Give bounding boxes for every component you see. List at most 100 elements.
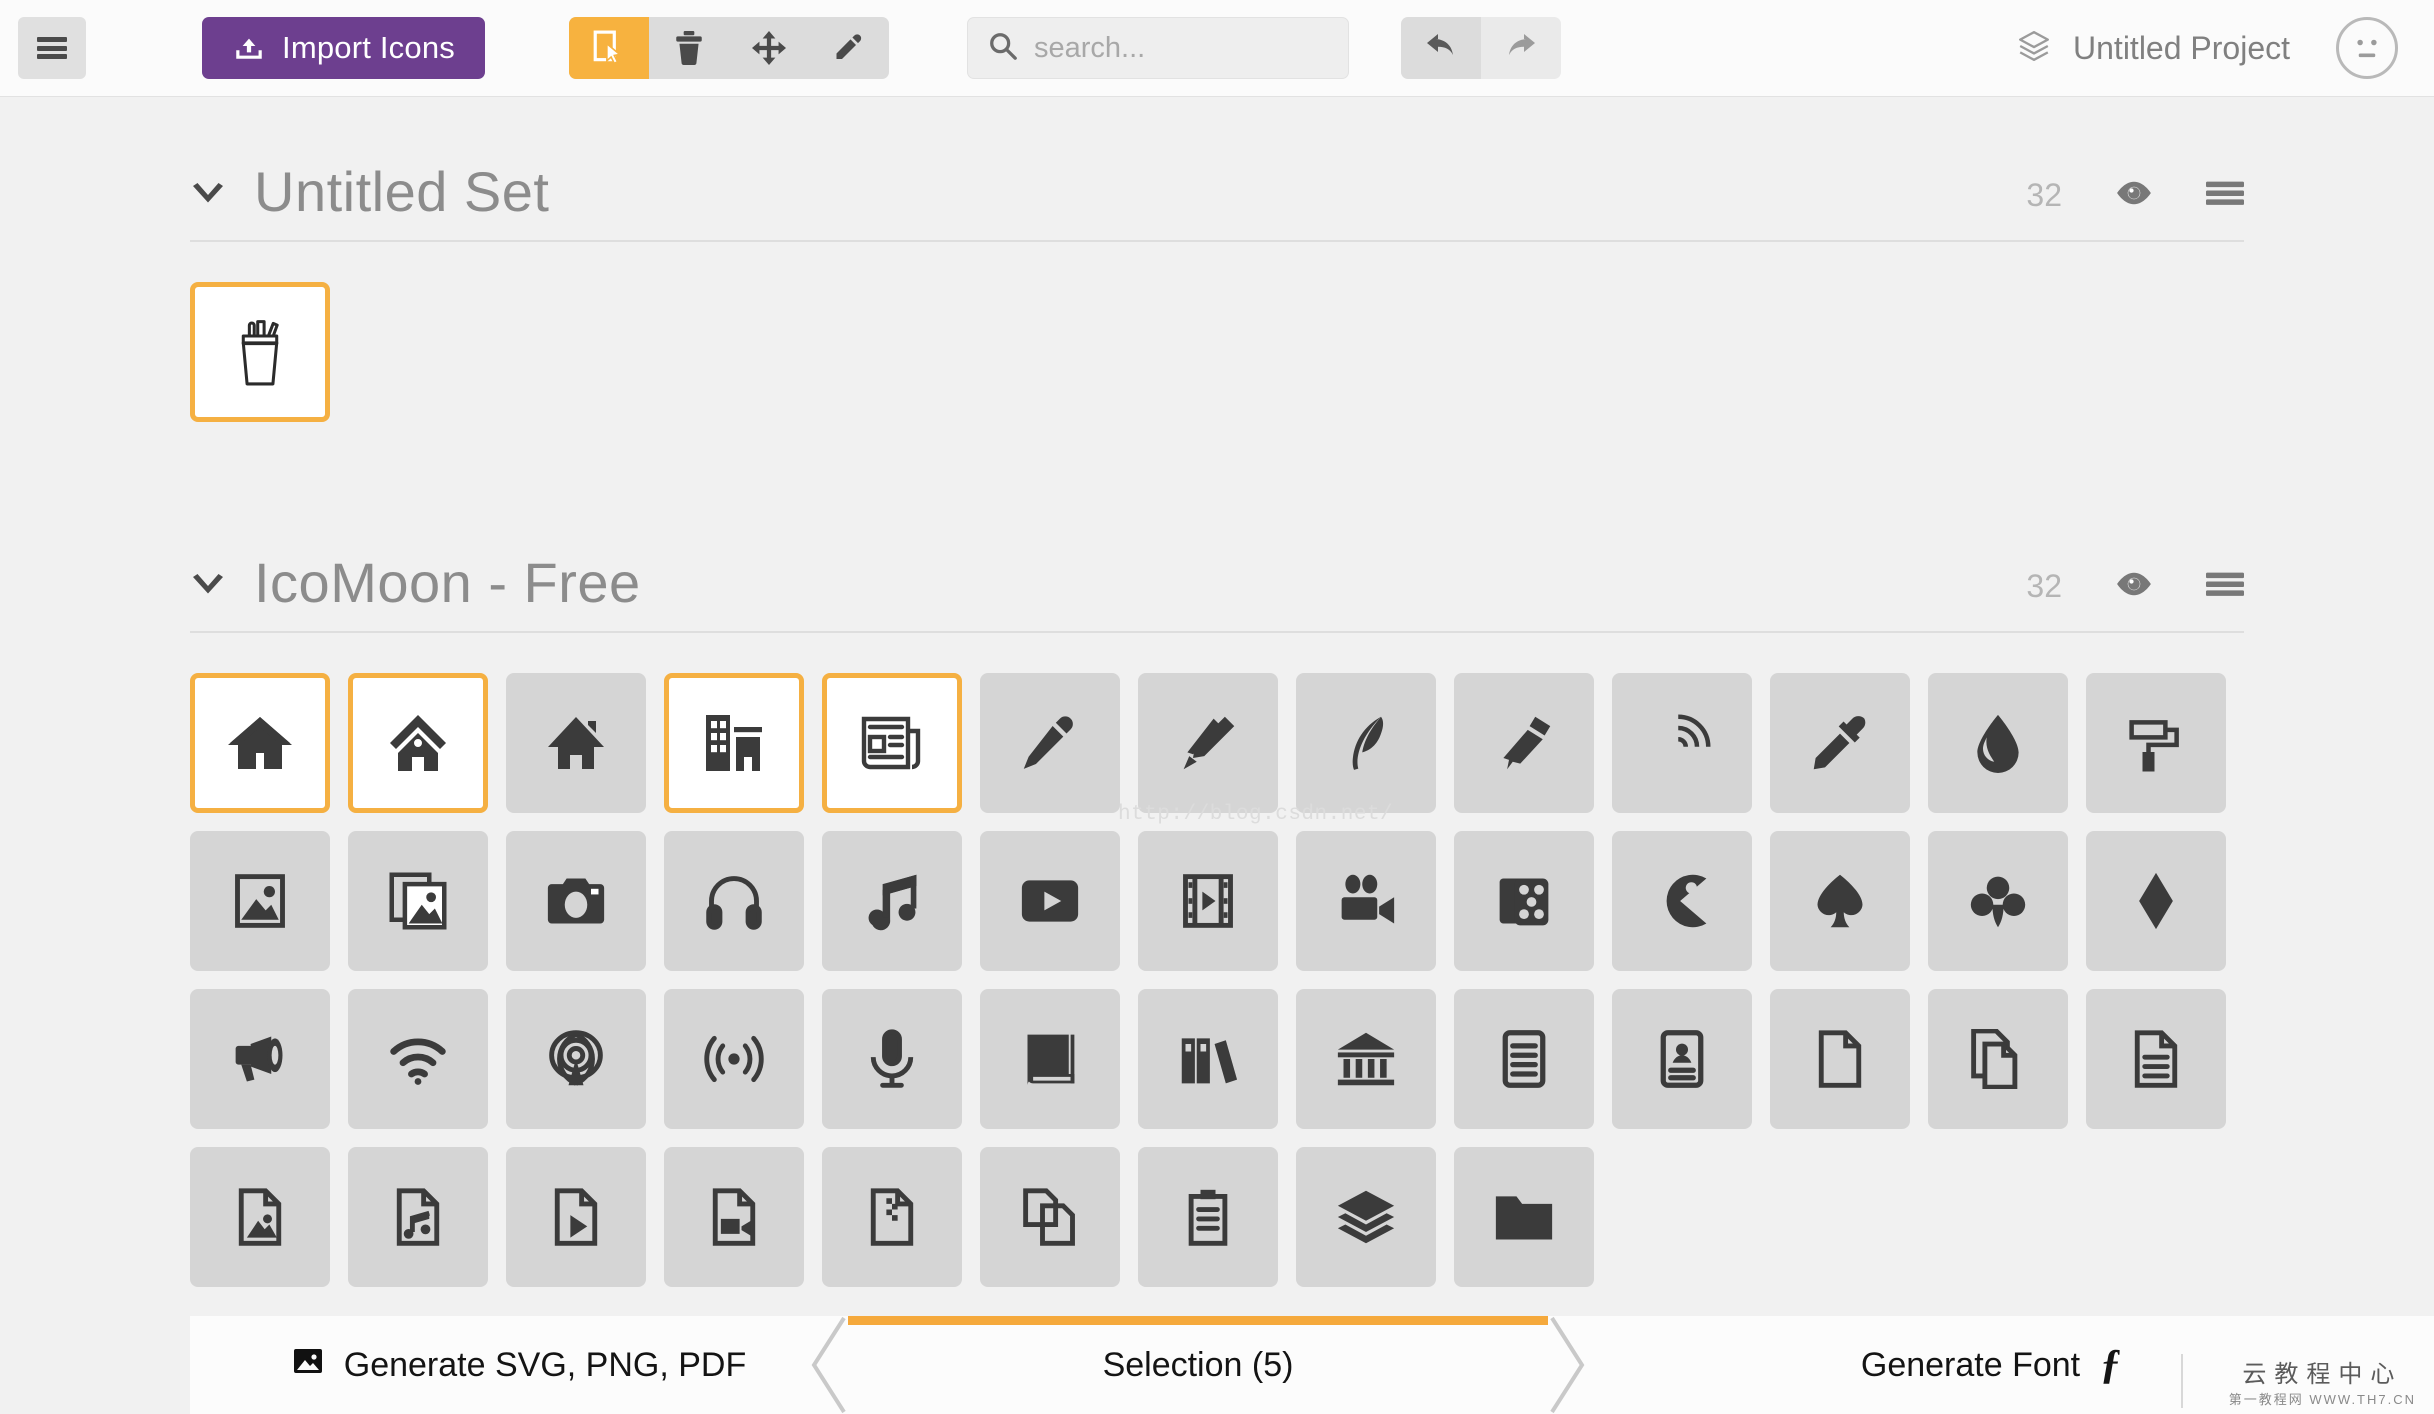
search-icon	[988, 31, 1018, 66]
icon-cell-dice[interactable]	[1454, 831, 1594, 971]
icon-cell-profile[interactable]	[1612, 989, 1752, 1129]
set-menu-icon[interactable]	[2206, 180, 2244, 211]
set-menu-icon[interactable]	[2206, 571, 2244, 602]
icon-cell-file-text2[interactable]	[2086, 989, 2226, 1129]
icon-cell-file-zip[interactable]	[822, 1147, 962, 1287]
icon-cell-images[interactable]	[348, 831, 488, 971]
set-title[interactable]: IcoMoon - Free	[254, 550, 641, 615]
icon-cell-file-picture[interactable]	[190, 1147, 330, 1287]
icon-cell-clubs[interactable]	[1928, 831, 2068, 971]
tool-delete[interactable]	[649, 17, 729, 79]
icon-cell-file-video[interactable]	[664, 1147, 804, 1287]
icon-set-icomoon-free: IcoMoon - Free 32	[0, 488, 2434, 1287]
avatar[interactable]	[2336, 17, 2398, 79]
icon-set-untitled: Untitled Set 32	[0, 97, 2434, 422]
tool-move[interactable]	[729, 17, 809, 79]
icon-cell-folder[interactable]	[1454, 1147, 1594, 1287]
generate-font-label: Generate Font	[1860, 1345, 2081, 1384]
icon-cell-image[interactable]	[190, 831, 330, 971]
icon-cell-podcast[interactable]	[506, 989, 646, 1129]
tab-generate-assets[interactable]: Generate SVG, PNG, PDF	[190, 1316, 848, 1414]
icon-cell-video-camera[interactable]	[1296, 831, 1436, 971]
eye-icon[interactable]	[2114, 571, 2154, 602]
set-icon-count: 32	[2026, 568, 2062, 604]
icon-cell-home2[interactable]	[348, 673, 488, 813]
icon-cell-library[interactable]	[1296, 989, 1436, 1129]
generate-assets-label: Generate SVG, PNG, PDF	[343, 1345, 747, 1384]
icon-cell-blog[interactable]	[1612, 673, 1752, 813]
icon-cell-pencil[interactable]	[980, 673, 1120, 813]
project-name: Untitled Project	[2073, 29, 2290, 66]
set-icon-count: 32	[2026, 177, 2062, 213]
icon-cell-music[interactable]	[822, 831, 962, 971]
icon-cell-mic[interactable]	[822, 989, 962, 1129]
set-header: Untitled Set 32	[190, 97, 2244, 242]
icon-grid	[190, 633, 2244, 1287]
icon-cell-play[interactable]	[980, 831, 1120, 971]
icon-cell-file-text[interactable]	[1454, 989, 1594, 1129]
icon-cell-stack[interactable]	[1296, 1147, 1436, 1287]
icon-cell-quill[interactable]	[1296, 673, 1436, 813]
hamburger-icon	[37, 37, 67, 59]
layers-icon	[2017, 29, 2051, 68]
icon-cell-file-empty[interactable]	[1770, 989, 1910, 1129]
icon-cell-home[interactable]	[190, 673, 330, 813]
watermark-bottom: 云教程中心 第一教程网 WWW.TH7.CN	[2180, 1354, 2416, 1408]
icon-cell-paste[interactable]	[1138, 1147, 1278, 1287]
icon-cell-office[interactable]	[664, 673, 804, 813]
tool-edit[interactable]	[809, 17, 889, 79]
icon-cell-paint-format[interactable]	[2086, 673, 2226, 813]
search-box[interactable]	[966, 17, 1349, 79]
selection-label: Selection (5)	[1102, 1345, 1294, 1384]
icon-cell-droplet[interactable]	[1928, 673, 2068, 813]
icon-cell-files-empty[interactable]	[1928, 989, 2068, 1129]
main-menu-button[interactable]	[18, 17, 86, 79]
tool-group	[568, 17, 889, 79]
project-selector[interactable]: Untitled Project	[2017, 29, 2290, 68]
redo-button[interactable]	[1480, 17, 1561, 79]
icon-cell-headphones[interactable]	[664, 831, 804, 971]
set-title[interactable]: Untitled Set	[254, 159, 550, 224]
icon-cell-film[interactable]	[1138, 831, 1278, 971]
icon-cell-pen[interactable]	[1454, 673, 1594, 813]
icon-cell-pencil-cup[interactable]	[190, 282, 330, 422]
image-icon	[292, 1345, 324, 1386]
icon-cell-file-music[interactable]	[348, 1147, 488, 1287]
icon-cell-feed[interactable]	[664, 989, 804, 1129]
set-meta: 32	[2026, 177, 2244, 214]
bottom-toolbar: Generate SVG, PNG, PDF Selection (5) Gen…	[190, 1316, 2434, 1414]
icomoon-app: Import Icons search... Untitled Project …	[0, 0, 2434, 1414]
icon-cell-newspaper[interactable]	[822, 673, 962, 813]
icon-cell-pacman[interactable]	[1612, 831, 1752, 971]
undo-button[interactable]	[1400, 17, 1481, 79]
icon-cell-camera[interactable]	[506, 831, 646, 971]
search-input[interactable]	[1033, 31, 1328, 65]
set-meta: 32	[2026, 568, 2244, 605]
icon-cell-book[interactable]	[980, 989, 1120, 1129]
tool-select[interactable]	[568, 17, 649, 79]
watermark-top: http://blog.csdn.net/	[1118, 803, 1394, 826]
icon-cell-diamonds[interactable]	[2086, 831, 2226, 971]
watermark-bottom-cn: 云教程中心	[2242, 1361, 2403, 1388]
active-tab-indicator	[848, 1316, 1548, 1325]
chevron-down-icon[interactable]	[190, 574, 226, 603]
icon-cell-books[interactable]	[1138, 989, 1278, 1129]
icon-workspace[interactable]: Untitled Set 32 IcoMoon - Free 32 http:/…	[0, 97, 2434, 1414]
watermark-bottom-sub: 第一教程网 WWW.TH7.CN	[2228, 1392, 2416, 1407]
icon-cell-copy[interactable]	[980, 1147, 1120, 1287]
import-icons-button[interactable]: Import Icons	[202, 17, 485, 79]
icon-cell-spades[interactable]	[1770, 831, 1910, 971]
eye-icon[interactable]	[2114, 180, 2154, 211]
icon-cell-home3[interactable]	[506, 673, 646, 813]
icon-cell-connection[interactable]	[348, 989, 488, 1129]
app-header: Import Icons search... Untitled Project	[0, 0, 2434, 97]
upload-icon	[232, 29, 266, 68]
icon-cell-eyedropper[interactable]	[1770, 673, 1910, 813]
icon-cell-file-play[interactable]	[506, 1147, 646, 1287]
chevron-down-icon[interactable]	[190, 183, 226, 212]
icon-cell-bullhorn[interactable]	[190, 989, 330, 1129]
icon-cell-pencil2[interactable]	[1138, 673, 1278, 813]
tab-selection[interactable]: Selection (5)	[811, 1316, 1585, 1414]
set-header: IcoMoon - Free 32	[190, 488, 2244, 633]
font-glyph-icon: ƒ	[2100, 1342, 2122, 1388]
